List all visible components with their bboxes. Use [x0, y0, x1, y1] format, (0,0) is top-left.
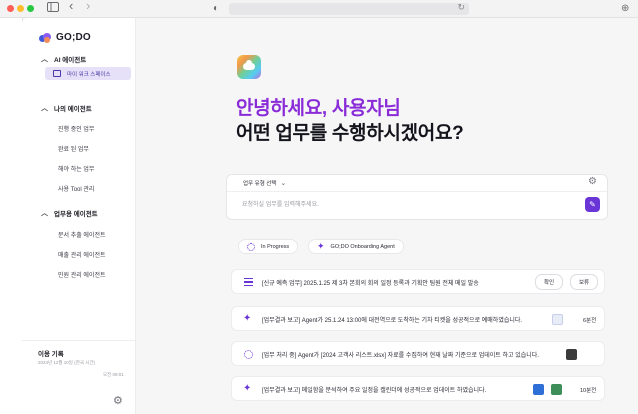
spinner-icon — [247, 242, 255, 251]
chip-label: GO;DO Onboarding Agent — [330, 243, 395, 250]
sidebar-divider — [22, 340, 136, 341]
section-work-agent[interactable]: ︿ 업무용 에이전트 — [41, 208, 98, 218]
sidebar-toggle-icon[interactable] — [47, 2, 59, 17]
back-icon[interactable]: ‹ — [69, 0, 73, 13]
sidebar-item-label: 마이 워크 스페이스 — [67, 71, 111, 78]
task-text: [업무결과 보고] 메일함을 분석하여 주요 일정을 캘린더에 성공적으로 업데… — [262, 388, 487, 394]
ticket-app-icon — [552, 314, 563, 325]
shield-icon[interactable]: ◐ — [213, 2, 219, 16]
sidebar-item-in-progress[interactable]: 진행 중인 업무 — [58, 124, 94, 133]
sidebar-item-doc-extract[interactable]: 문서 추출 에이전트 — [58, 230, 106, 239]
excel-file-icon — [566, 349, 577, 360]
sidebar-item-todo[interactable]: 해야 하는 업무 — [58, 164, 94, 173]
task-row[interactable]: ✦ [업무결과 보고] 메일함을 분석하여 주요 일정을 캘린더에 성공적으로 … — [231, 376, 605, 401]
reload-icon[interactable]: ↻ — [457, 2, 465, 13]
cloud-app-icon — [237, 55, 261, 79]
close-window-button[interactable] — [7, 5, 14, 12]
section-label: 나의 에이전트 — [54, 106, 92, 113]
brand-name: GO;DO — [56, 32, 91, 43]
logo-icon — [39, 32, 51, 43]
section-label: 업무용 에이전트 — [54, 211, 98, 218]
section-ai-agent[interactable]: ︿ AI 에이전트 — [41, 54, 86, 64]
usage-title: 이용 기록 — [38, 351, 64, 358]
task-text: [업무결과 보고] Agent가 25.1.24 13:00에 대전역으로 도착… — [262, 318, 523, 324]
greeting-question: 어떤 업무를 수행하시겠어요? — [236, 123, 464, 144]
chip-onboarding-agent[interactable]: ✦ GO;DO Onboarding Agent — [308, 239, 404, 254]
task-type-label: 업무 유형 선택 — [243, 181, 277, 187]
chip-in-progress[interactable]: In Progress — [238, 239, 299, 254]
chevron-down-icon: ⌄ — [280, 180, 287, 187]
workspace-icon — [53, 70, 61, 77]
task-time: 6분전 — [583, 318, 597, 324]
task-type-select[interactable]: 업무 유형 선택 ⌄ — [243, 179, 286, 187]
forward-icon[interactable]: › — [86, 0, 90, 13]
hold-button[interactable]: 보류 — [570, 274, 598, 290]
sparkle-icon: ✦ — [243, 313, 252, 324]
sparkle-icon: ✦ — [243, 383, 252, 394]
sidebar-item-completed[interactable]: 완료 된 업무 — [58, 144, 89, 153]
download-icon[interactable]: ⊕ — [621, 2, 629, 16]
usage-date: 2024년 12월 10일 (한국 시간) — [38, 360, 95, 365]
task-row[interactable]: [신규 예측 업무] 2025.1.25 제 3차 본회의 회의 일정 등록과 … — [231, 269, 605, 294]
sidebar-item-sales[interactable]: 매출 관리 에이전트 — [58, 250, 106, 259]
task-row[interactable]: ✦ [업무결과 보고] Agent가 25.1.24 13:00에 대전역으로 … — [231, 306, 605, 331]
prompt-divider — [227, 191, 607, 192]
task-time: 10분전 — [580, 388, 597, 394]
spinner-icon — [244, 350, 253, 359]
list-icon — [244, 278, 253, 288]
settings-gear-icon[interactable]: ⚙ — [113, 396, 123, 407]
sidebar-item-tool-manage[interactable]: 사용 Tool 관리 — [58, 184, 94, 193]
send-icon: ✎ — [589, 200, 596, 209]
address-bar[interactable]: ↻ — [229, 2, 469, 15]
chevron-up-icon: ︿ — [41, 56, 48, 63]
brand-logo[interactable]: GO;DO — [39, 32, 91, 43]
submit-button[interactable]: ✎ — [585, 197, 600, 212]
task-row[interactable]: [업무 처리 중] Agent가 [2024 고객사 리스트.xlsx] 자료를… — [231, 341, 605, 366]
task-text: [업무 처리 중] Agent가 [2024 고객사 리스트.xlsx] 자료를… — [262, 353, 539, 359]
sparkle-icon: ✦ — [317, 241, 325, 251]
section-my-agent[interactable]: ︿ 나의 에이전트 — [41, 103, 92, 113]
prompt-settings-icon[interactable]: ⚙ — [588, 176, 597, 187]
calendar-icon — [551, 384, 562, 395]
zoom-window-button[interactable] — [27, 5, 34, 12]
browser-toolbar: ‹ › ◐ ↻ ⊕ — [0, 0, 638, 18]
confirm-button[interactable]: 확인 — [535, 274, 563, 290]
task-request-input[interactable] — [242, 199, 562, 211]
section-label: AI 에이전트 — [54, 57, 87, 64]
chevron-up-icon: ︿ — [41, 105, 48, 112]
chevron-up-icon: ︿ — [41, 210, 48, 217]
task-text: [신규 예측 업무] 2025.1.25 제 3차 본회의 회의 일정 등록과 … — [262, 281, 479, 287]
minimize-window-button[interactable] — [17, 5, 24, 12]
outlook-icon — [533, 384, 544, 395]
sidebar-item-my-workspace[interactable]: 마이 워크 스페이스 — [45, 67, 131, 80]
sidebar-item-complaints[interactable]: 민원 관리 에이전트 — [58, 270, 106, 279]
usage-time: 오전 09:01 — [103, 372, 124, 377]
chip-label: In Progress — [261, 243, 290, 250]
greeting-title: 안녕하세요, 사용자님 — [236, 98, 401, 119]
